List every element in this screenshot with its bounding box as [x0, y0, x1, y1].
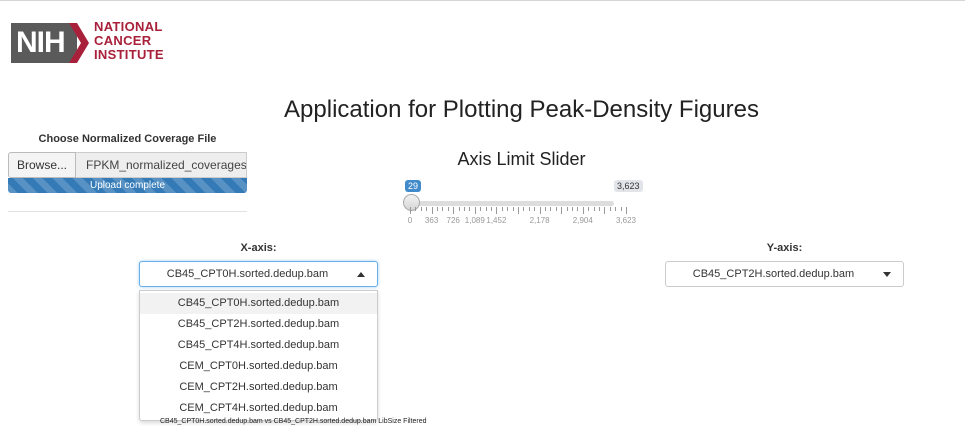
- x-axis-label: X-axis:: [240, 242, 277, 254]
- slider-major-tick: [453, 207, 455, 214]
- slider-major-tick: [561, 207, 563, 214]
- slider-major-tick: [431, 207, 433, 214]
- caret-up-icon: [357, 272, 365, 277]
- slider-minor-tick: [464, 207, 465, 211]
- caret-down-icon: [883, 272, 891, 277]
- slider-value-tag: 29: [405, 180, 422, 192]
- slider-minor-tick: [593, 207, 595, 211]
- slider-minor-tick: [615, 207, 617, 211]
- y-axis-label: Y-axis:: [766, 242, 803, 254]
- dropdown-option[interactable]: CEM_CPT2H.sorted.dedup.bam: [140, 377, 377, 398]
- dropdown-option[interactable]: CB45_CPT0H.sorted.dedup.bam: [140, 293, 377, 314]
- slider-tick-label: 0: [407, 216, 413, 225]
- slider-minor-tick: [528, 207, 530, 211]
- slider-major-tick: [539, 207, 541, 214]
- slider-major-tick: [496, 207, 498, 214]
- nci-line-3: INSTITUTE: [94, 47, 164, 62]
- plot-caption: CB45_CPT0H.sorted.dedup.bam vs CB45_CPT2…: [160, 418, 427, 425]
- top-border: [0, 0, 965, 1]
- slider-minor-tick: [469, 207, 471, 211]
- dropdown-option[interactable]: CB45_CPT4H.sorted.dedup.bam: [140, 335, 377, 356]
- slider-minor-tick: [609, 207, 611, 211]
- slider-minor-tick: [588, 207, 590, 211]
- slider-minor-tick: [458, 207, 460, 211]
- slider-tick-label: 3,623: [615, 216, 637, 225]
- dropdown-option[interactable]: CEM_CPT0H.sorted.dedup.bam: [140, 356, 377, 377]
- slider-minor-tick: [566, 207, 568, 211]
- slider-minor-tick: [442, 207, 444, 211]
- slider-tick-label: 363: [424, 216, 439, 225]
- slider-tick-label: 726: [446, 216, 460, 225]
- divider: [8, 211, 247, 212]
- nci-line-2: CANCER: [94, 33, 152, 48]
- slider-major-tick: [474, 207, 476, 214]
- slider-minor-tick: [420, 207, 422, 211]
- x-axis-select[interactable]: CB45_CPT0H.sorted.dedup.bam: [139, 261, 378, 287]
- slider-minor-tick: [437, 207, 438, 211]
- slider-major-tick: [410, 207, 411, 214]
- slider-minor-tick: [545, 207, 546, 211]
- slider-max-tag: 3,623: [614, 180, 643, 192]
- page-title: Application for Plotting Peak-Density Fi…: [284, 96, 759, 123]
- slider-minor-tick: [534, 207, 536, 211]
- slider-tick-label: 1,452: [486, 216, 507, 225]
- slider-minor-tick: [501, 207, 503, 211]
- slider-minor-tick: [577, 207, 579, 211]
- slider-minor-tick: [485, 207, 487, 211]
- x-axis-dropdown-menu: CB45_CPT0H.sorted.dedup.bam CB45_CPT2H.s…: [139, 290, 378, 421]
- slider-major-tick: [604, 207, 606, 214]
- slider-label: Axis Limit Slider: [457, 149, 586, 169]
- nih-chevron-icon: [69, 23, 89, 63]
- nci-line-1: NATIONAL: [94, 19, 163, 34]
- slider-track[interactable]: [410, 201, 614, 206]
- slider-minor-tick: [555, 207, 557, 211]
- slider-tick-label: 2,904: [572, 216, 593, 225]
- slider-minor-tick: [447, 207, 449, 211]
- slider-minor-tick: [426, 207, 428, 211]
- y-axis-select[interactable]: CB45_CPT2H.sorted.dedup.bam: [665, 261, 904, 287]
- slider-tick-label: 1,089: [464, 216, 485, 225]
- y-axis-selected-value: CB45_CPT2H.sorted.dedup.bam: [692, 268, 855, 280]
- slider-minor-tick: [523, 207, 525, 211]
- nci-wordmark: NATIONAL CANCER INSTITUTE: [94, 20, 164, 62]
- dropdown-option[interactable]: CB45_CPT2H.sorted.dedup.bam: [140, 314, 377, 335]
- nih-logo-text: NIH: [11, 23, 77, 63]
- slider-handle[interactable]: [403, 194, 420, 211]
- slider-minor-tick: [507, 207, 509, 211]
- slider-major-tick: [582, 207, 584, 214]
- slider-minor-tick: [491, 207, 492, 211]
- slider-tick-label: 2,178: [529, 216, 550, 225]
- upload-progress-bar: Upload complete: [8, 178, 247, 193]
- file-input-label: Choose Normalized Coverage File: [38, 133, 217, 145]
- slider-minor-tick: [512, 207, 514, 211]
- slider-minor-tick: [572, 207, 573, 211]
- x-axis-selected-value: CB45_CPT0H.sorted.dedup.bam: [166, 268, 329, 280]
- slider-minor-tick: [599, 207, 600, 211]
- slider-major-tick: [518, 207, 519, 214]
- slider-minor-tick: [550, 207, 552, 211]
- slider-minor-tick: [620, 207, 622, 211]
- dropdown-option[interactable]: CEM_CPT4H.sorted.dedup.bam: [140, 398, 377, 419]
- slider-major-tick: [626, 207, 627, 214]
- slider-minor-tick: [415, 207, 417, 211]
- slider-minor-tick: [480, 207, 482, 211]
